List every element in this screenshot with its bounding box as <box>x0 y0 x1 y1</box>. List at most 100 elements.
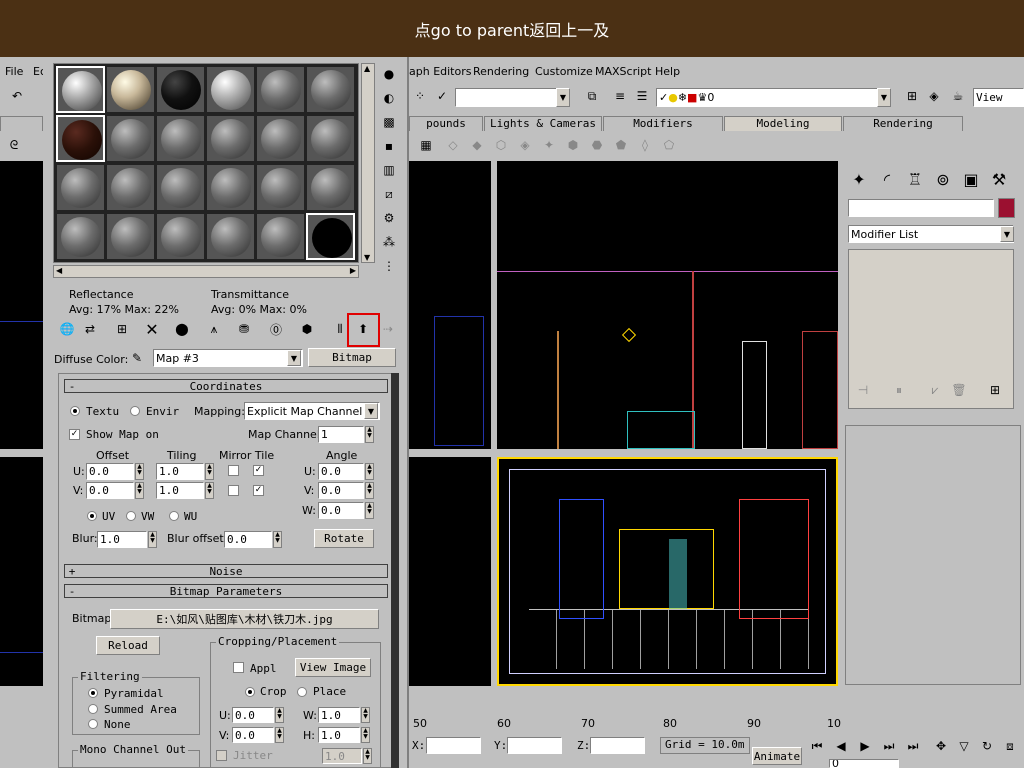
viewport-top-right[interactable] <box>497 161 838 449</box>
select-by-material-icon[interactable]: ⁂ <box>380 233 398 251</box>
wu-radio[interactable] <box>169 511 179 521</box>
object-name-field[interactable] <box>848 199 994 217</box>
layer-dropdown-arrow[interactable]: ▼ <box>877 88 891 107</box>
schematic-view-icon[interactable]: ⊞ <box>903 87 921 105</box>
grid-icon[interactable]: ▦ <box>417 136 435 154</box>
modify-icon[interactable]: ◜ <box>875 167 899 191</box>
jitter-spinner[interactable]: ▲ ▼ <box>363 748 372 764</box>
background-icon[interactable]: ▩ <box>380 113 398 131</box>
z-coord-field[interactable] <box>590 737 645 754</box>
u-tiling-field[interactable]: 1.0 <box>156 463 204 480</box>
sample-slot-9[interactable] <box>156 115 205 162</box>
scroll-down-icon[interactable]: ▼ <box>364 253 370 262</box>
blur-offset-spinner[interactable]: ▲ ▼ <box>273 531 282 548</box>
crop-u-spinner[interactable]: ▲ ▼ <box>275 707 284 723</box>
next-frame-icon[interactable]: ⏭ <box>880 737 898 755</box>
mapping-dropdown[interactable]: Explicit Map Channel <box>244 402 380 420</box>
modeling-tool-4-icon[interactable]: ◈ <box>516 136 534 154</box>
summed-area-radio[interactable] <box>88 704 98 714</box>
u-angle-spinner[interactable]: ▲ ▼ <box>365 463 374 480</box>
sample-slot-17[interactable] <box>256 164 305 211</box>
assign-material-icon[interactable]: ⊞ <box>113 320 131 338</box>
u-tiling-spinner[interactable]: ▲ ▼ <box>205 463 214 480</box>
bitmap-path-button[interactable]: E:\如风\贴图库\木材\铁刀木.jpg <box>110 609 379 629</box>
v-tiling-spinner[interactable]: ▲ ▼ <box>205 482 214 499</box>
viewport-top-left-right-part[interactable] <box>409 161 491 449</box>
hierarchy-icon[interactable]: ♖ <box>903 167 927 191</box>
material-map-navigator-icon[interactable]: ⋮ <box>380 257 398 275</box>
video-color-check-icon[interactable]: ▥ <box>380 161 398 179</box>
menu-maxscript[interactable]: MAXScript <box>595 65 651 78</box>
v-mirror-checkbox[interactable] <box>228 485 239 496</box>
put-to-library-icon[interactable]: ⛃ <box>235 320 253 338</box>
tab-modeling[interactable]: Modeling <box>724 116 842 131</box>
layer-dropdown[interactable]: ✓ ● ❄ ■ ♛ 0 <box>656 88 878 107</box>
place-radio[interactable] <box>297 687 307 697</box>
backlight-icon[interactable]: ◐ <box>380 89 398 107</box>
get-material-icon[interactable]: 🌐 <box>58 320 76 338</box>
apply-crop-checkbox[interactable] <box>233 662 244 673</box>
sample-slot-13[interactable] <box>56 164 105 211</box>
goto-start-icon[interactable]: ⏮ <box>808 737 826 755</box>
menu-file[interactable]: File <box>5 65 23 78</box>
modeling-tool-8-icon[interactable]: ⬟ <box>612 136 630 154</box>
scroll-up-icon[interactable]: ▲ <box>364 64 370 73</box>
crop-v-field[interactable]: 0.0 <box>232 727 274 743</box>
u-mirror-checkbox[interactable] <box>228 465 239 476</box>
none-radio[interactable] <box>88 719 98 729</box>
put-material-icon[interactable]: ⇄ <box>81 320 99 338</box>
u-angle-field[interactable]: 0.0 <box>318 463 364 480</box>
pyramidal-radio[interactable] <box>88 688 98 698</box>
scroll-right-icon[interactable]: ▶ <box>350 266 356 275</box>
menu-graph-editors[interactable]: aph Editors <box>409 65 471 78</box>
u-tile-checkbox[interactable]: ✓ <box>253 465 264 476</box>
select-filter-icon[interactable]: ⁘ <box>411 87 429 105</box>
sample-slot-20[interactable] <box>106 213 155 260</box>
v-angle-spinner[interactable]: ▲ ▼ <box>365 482 374 499</box>
modeling-tool-1-icon[interactable]: ◇ <box>444 136 462 154</box>
w-angle-field[interactable]: 0.0 <box>318 502 364 519</box>
sample-slot-6[interactable] <box>306 66 355 113</box>
modeling-tool-7-icon[interactable]: ⬣ <box>588 136 606 154</box>
sample-uv-tiling-icon[interactable]: ▪ <box>380 137 398 155</box>
modeling-tool-10-icon[interactable]: ⬠ <box>660 136 678 154</box>
undo-icon[interactable]: ↶ <box>8 87 26 105</box>
crop-v-spinner[interactable]: ▲ ▼ <box>275 727 284 743</box>
modeling-tool-5-icon[interactable]: ✦ <box>540 136 558 154</box>
sample-slot-21[interactable] <box>156 213 205 260</box>
sample-slot-23[interactable] <box>256 213 305 260</box>
sample-slot-10[interactable] <box>206 115 255 162</box>
modifier-list-dropdown[interactable]: Modifier List <box>848 225 1014 243</box>
create-icon[interactable]: ✦ <box>847 167 871 191</box>
v-offset-spinner[interactable]: ▲ ▼ <box>135 482 144 499</box>
sample-slot-8[interactable] <box>106 115 155 162</box>
scroll-left-icon[interactable]: ◀ <box>56 266 62 275</box>
sample-slot-14[interactable] <box>106 164 155 211</box>
utilities-icon[interactable]: ⚒ <box>987 167 1011 191</box>
tab-rendering[interactable]: Rendering <box>843 116 963 131</box>
align-icon[interactable]: ≡ <box>611 87 629 105</box>
texture-radio[interactable] <box>70 406 80 416</box>
view-image-button[interactable]: View Image <box>295 658 371 677</box>
goto-end-icon[interactable]: ⏭ <box>904 737 922 755</box>
crop-h-field[interactable]: 1.0 <box>318 727 360 743</box>
motion-icon[interactable]: ⊚ <box>931 167 955 191</box>
modeling-tool-3-icon[interactable]: ⬡ <box>492 136 510 154</box>
blur-field[interactable]: 1.0 <box>97 531 147 548</box>
pin-stack-icon[interactable]: ⊣ <box>854 381 872 399</box>
sample-slot-3[interactable] <box>156 66 205 113</box>
make-preview-icon[interactable]: ⧄ <box>380 185 398 203</box>
viewport-top-left[interactable] <box>0 161 43 449</box>
sample-slot-1-selected[interactable] <box>56 66 105 113</box>
noise-rollout-header[interactable]: + Noise <box>64 564 388 578</box>
crop-radio[interactable] <box>245 687 255 697</box>
show-map-on-checkbox[interactable]: ✓ <box>69 429 80 440</box>
object-color-swatch[interactable] <box>998 198 1015 218</box>
options-icon[interactable]: ⚙ <box>380 209 398 227</box>
arc-rotate-icon[interactable]: ↻ <box>978 737 996 755</box>
bitmap-parameters-rollout-header[interactable]: - Bitmap Parameters <box>64 584 388 598</box>
maximize-viewport-icon[interactable]: ⧈ <box>1001 737 1019 755</box>
animate-button[interactable]: Animate <box>752 747 802 765</box>
v-angle-field[interactable]: 0.0 <box>318 482 364 499</box>
sample-slot-15[interactable] <box>156 164 205 211</box>
